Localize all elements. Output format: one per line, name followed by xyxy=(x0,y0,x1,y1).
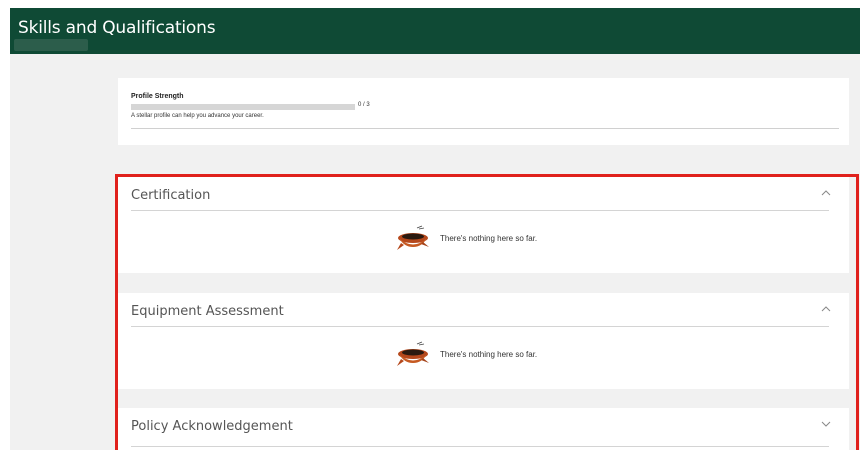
profile-strength-card: Profile Strength 0 / 3 A stellar profile… xyxy=(118,78,849,145)
profile-description: A stellar profile can help you advance y… xyxy=(131,113,264,119)
profile-strength-title: Profile Strength xyxy=(131,93,184,100)
profile-progress-bar xyxy=(131,104,355,110)
highlight-box xyxy=(115,174,859,450)
blurred-subtitle xyxy=(14,39,88,51)
divider xyxy=(131,128,839,129)
app-header: Skills and Qualifications xyxy=(10,8,860,54)
profile-progress-count: 0 / 3 xyxy=(358,102,370,108)
page: Skills and Qualifications Profile Streng… xyxy=(0,0,860,450)
page-title: Skills and Qualifications xyxy=(18,18,216,38)
main-content: Profile Strength 0 / 3 A stellar profile… xyxy=(10,54,860,450)
